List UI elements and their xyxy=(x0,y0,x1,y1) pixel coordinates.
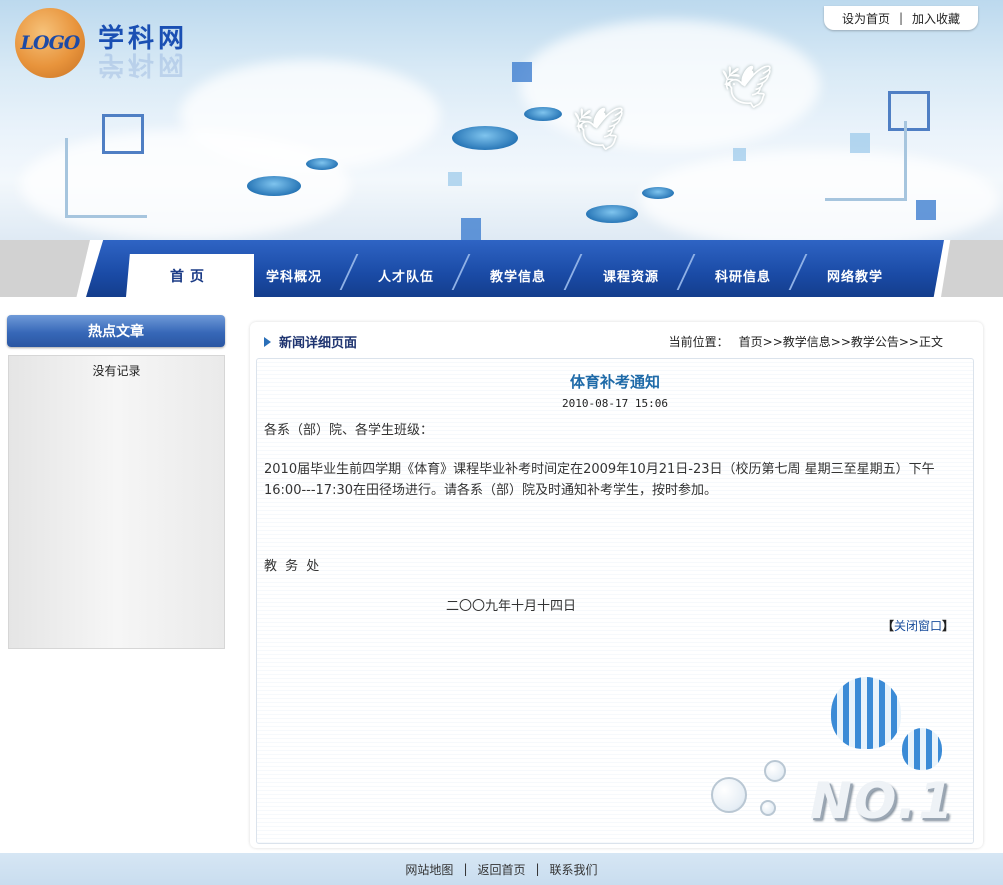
footer-separator: | xyxy=(463,862,468,876)
bracket-right: 】 xyxy=(942,619,955,633)
back-home-link[interactable]: 返回首页 xyxy=(477,861,525,878)
dove-decor: 🕊 xyxy=(572,104,626,153)
sidebar-title: 热点文章 xyxy=(7,315,225,347)
section-title: 新闻详细页面 xyxy=(264,332,357,351)
header-banner: LOGO 学科网 学科网 设为首页 | 加入收藏 🕊 🕊 xyxy=(0,0,1003,240)
block-decor xyxy=(916,200,936,220)
water-drop-decor xyxy=(247,176,301,196)
water-drop-decor xyxy=(642,187,674,199)
nav-item-faculty[interactable]: 人才队伍 xyxy=(362,254,450,297)
nav-right-stub xyxy=(941,240,1003,297)
footer-separator: | xyxy=(535,862,540,876)
close-window-link[interactable]: 【关闭窗口】 xyxy=(882,617,954,634)
block-decor xyxy=(448,172,462,186)
site-logo[interactable]: LOGO xyxy=(15,8,85,78)
hot-air-balloon-decor xyxy=(902,728,942,770)
close-window-text[interactable]: 关闭窗口 xyxy=(894,619,942,633)
block-decor xyxy=(512,62,532,82)
contact-link[interactable]: 联系我们 xyxy=(550,861,598,878)
block-decor xyxy=(850,133,870,153)
nav-left-stub xyxy=(0,240,90,297)
section-title-text: 新闻详细页面 xyxy=(279,336,358,351)
arrow-icon xyxy=(264,336,271,347)
nav-item-courses[interactable]: 课程资源 xyxy=(587,254,675,297)
logo-text: LOGO xyxy=(20,32,81,54)
no1-decor-text: NO.1 xyxy=(810,772,956,830)
article-paragraph: 2010届毕业生前四学期《体育》课程毕业补考时间定在2009年10月21日-23… xyxy=(264,462,935,498)
water-drop-decor xyxy=(306,158,338,170)
water-drop-decor xyxy=(524,107,562,121)
breadcrumb-label: 当前位置： xyxy=(668,335,729,349)
sitemap-link[interactable]: 网站地图 xyxy=(405,861,453,878)
bubble-decor xyxy=(760,800,776,816)
article-salutation: 各系（部）院、各学生班级： xyxy=(264,423,434,438)
article-title: 体育补考通知 xyxy=(569,373,660,391)
set-homepage-link[interactable]: 设为首页 xyxy=(842,10,890,27)
bubble-decor xyxy=(764,760,786,782)
block-decor xyxy=(733,148,746,161)
add-favorite-link[interactable]: 加入收藏 xyxy=(912,10,960,27)
breadcrumb: 当前位置： 首页>>教学信息>>教学公告>>正文 xyxy=(669,333,943,350)
site-name-reflection: 学科网 xyxy=(98,49,189,79)
article-panel-header: 新闻详细页面 当前位置： 首页>>教学信息>>教学公告>>正文 xyxy=(250,322,983,356)
nav-item-home[interactable]: 首页 xyxy=(126,254,254,297)
bubble-decor xyxy=(711,777,747,813)
bracket-left: 【 xyxy=(882,619,895,633)
square-decor xyxy=(65,138,147,218)
footer: 网站地图 | 返回首页 | 联系我们 xyxy=(0,853,1003,885)
hot-air-balloon-decor xyxy=(831,677,901,749)
water-drop-decor xyxy=(452,126,518,150)
article-panel: 新闻详细页面 当前位置： 首页>>教学信息>>教学公告>>正文 体育补考通知 20… xyxy=(250,322,983,848)
top-links: 设为首页 | 加入收藏 xyxy=(824,6,978,30)
nav-item-online[interactable]: 网络教学 xyxy=(811,254,899,297)
main-nav: 首页 学科概况 人才队伍 教学信息 课程资源 科研信息 网络教学 xyxy=(0,240,1003,297)
cloud-decor xyxy=(640,150,1000,240)
water-drop-decor xyxy=(586,205,638,223)
article-date: 2010-08-17 15:06 xyxy=(562,397,668,410)
nav-item-overview[interactable]: 学科概况 xyxy=(250,254,338,297)
dove-decor: 🕊 xyxy=(720,62,774,111)
nav-item-teaching[interactable]: 教学信息 xyxy=(474,254,562,297)
article-sign-date: 二〇〇九年十月十四日 xyxy=(446,599,577,614)
empty-record-text: 没有记录 xyxy=(92,364,141,378)
nav-item-research[interactable]: 科研信息 xyxy=(699,254,787,297)
top-links-separator: | xyxy=(898,11,904,25)
article-signature: 教 务 处 xyxy=(264,559,322,574)
block-decor xyxy=(461,218,481,240)
hot-articles-panel: 没有记录 xyxy=(8,355,225,649)
cloud-decor xyxy=(520,20,820,150)
breadcrumb-path[interactable]: 首页>>教学信息>>教学公告>>正文 xyxy=(739,335,943,349)
